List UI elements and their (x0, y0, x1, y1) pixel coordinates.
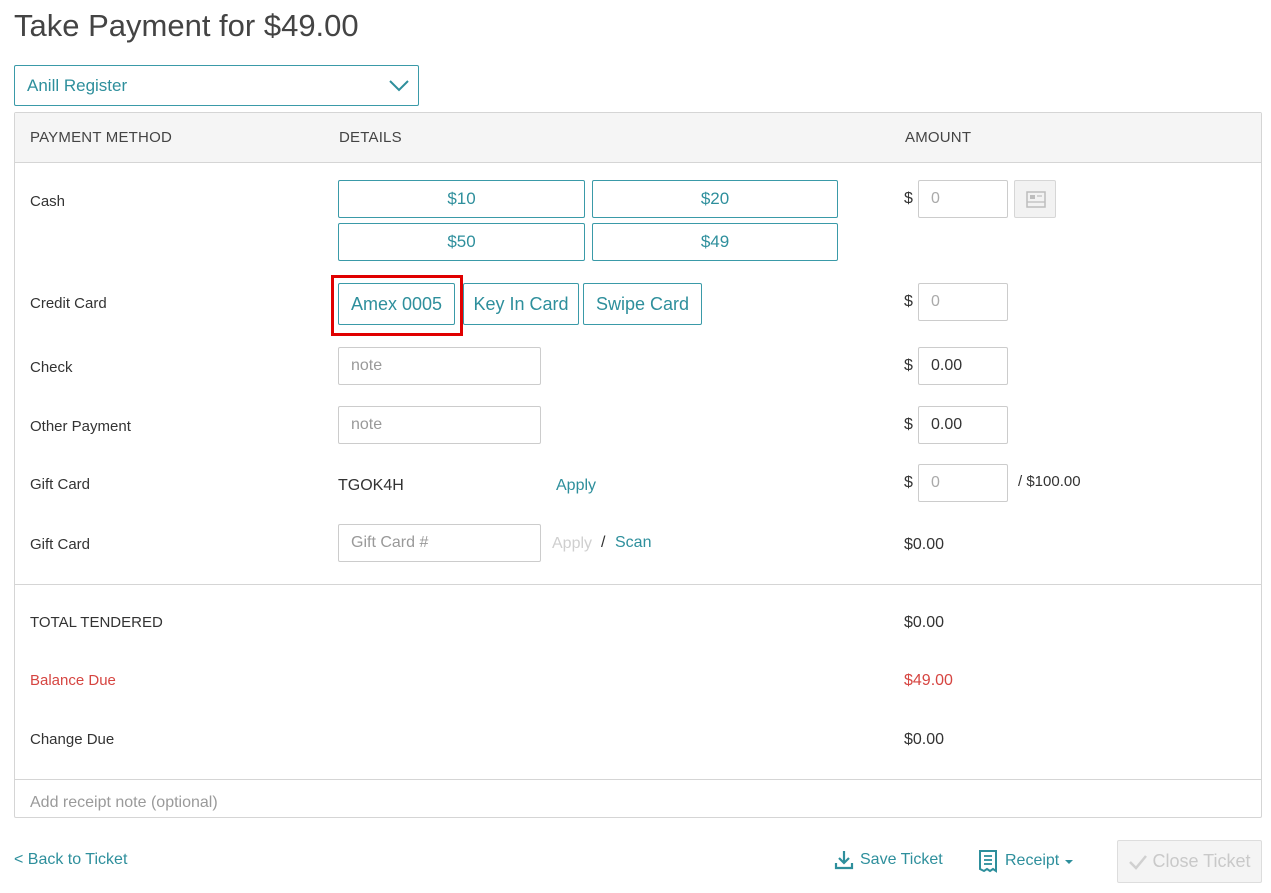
balance-due-value: $49.00 (904, 672, 953, 689)
gift-card-number-input[interactable] (338, 524, 541, 562)
receipt-dropdown[interactable]: Receipt (977, 849, 1081, 873)
gift-card-apply-link[interactable]: Apply (556, 477, 596, 495)
save-ticket-label: Save Ticket (860, 851, 943, 868)
other-payment-amount-input[interactable] (918, 406, 1008, 444)
close-ticket-button[interactable]: Close Ticket (1117, 840, 1262, 883)
other-payment-currency: $ (904, 416, 913, 433)
key-in-card-button[interactable]: Key In Card (463, 283, 579, 325)
gift-card-currency: $ (904, 474, 913, 491)
save-ticket-button[interactable]: Save Ticket (834, 849, 943, 871)
credit-card-currency: $ (904, 293, 913, 310)
change-due-value: $0.00 (904, 731, 945, 748)
payment-panel: PAYMENT METHOD DETAILS AMOUNT Cash $10 $… (14, 112, 1262, 818)
header-details: DETAILS (339, 129, 402, 146)
page-title: Take Payment for $49.00 (14, 8, 359, 43)
check-amount-input[interactable] (918, 347, 1008, 385)
register-select[interactable]: Anill Register (14, 65, 419, 106)
totals-divider (15, 584, 1261, 585)
swipe-card-button[interactable]: Swipe Card (583, 283, 702, 325)
other-payment-label: Other Payment (30, 418, 131, 435)
receipt-note-input[interactable] (15, 779, 1261, 817)
gift-card-2-separator: / (601, 534, 606, 551)
credit-card-label: Credit Card (30, 295, 107, 312)
chevron-down-icon (389, 80, 409, 92)
check-currency: $ (904, 357, 913, 374)
gift-card-label: Gift Card (30, 476, 91, 493)
cash-label: Cash (30, 193, 66, 210)
cash-20-button[interactable]: $20 (592, 180, 838, 218)
close-ticket-label: Close Ticket (1152, 851, 1251, 871)
total-tendered-label: TOTAL TENDERED (30, 614, 163, 631)
change-due-label: Change Due (30, 731, 115, 748)
credit-card-amount-input[interactable] (918, 283, 1008, 321)
total-tendered-value: $0.00 (904, 614, 945, 631)
saved-card-button[interactable]: Amex 0005 (338, 283, 455, 325)
payment-table-header: PAYMENT METHOD DETAILS AMOUNT (15, 113, 1261, 163)
cash-50-button[interactable]: $50 (338, 223, 585, 261)
header-amount: AMOUNT (905, 129, 972, 146)
download-icon (834, 851, 854, 870)
caret-down-icon (1065, 860, 1074, 864)
gift-card-amount-input[interactable] (918, 464, 1008, 502)
register-select-value: Anill Register (27, 76, 128, 95)
gift-card-2-amount: $0.00 (904, 536, 945, 553)
gift-card-balance: / $100.00 (1018, 473, 1081, 490)
cash-amount-input[interactable] (918, 180, 1008, 218)
cash-drawer-button[interactable] (1014, 180, 1056, 218)
cash-49-button[interactable]: $49 (592, 223, 838, 261)
check-note-input[interactable] (338, 347, 541, 385)
cash-drawer-icon (1026, 191, 1046, 208)
gift-card-2-label: Gift Card (30, 536, 91, 553)
receipt-label: Receipt (1005, 852, 1060, 869)
gift-card-code: TGOK4H (338, 477, 404, 494)
cash-currency: $ (904, 190, 913, 207)
checkmark-icon (1129, 854, 1148, 870)
balance-due-label: Balance Due (30, 672, 116, 689)
back-to-ticket-link[interactable]: < Back to Ticket (14, 851, 127, 869)
gift-card-2-apply-link[interactable]: Apply (552, 535, 592, 553)
gift-card-scan-link[interactable]: Scan (615, 534, 651, 552)
receipt-icon (979, 850, 997, 873)
check-label: Check (30, 359, 73, 376)
cash-10-button[interactable]: $10 (338, 180, 585, 218)
header-payment-method: PAYMENT METHOD (30, 129, 172, 146)
other-payment-note-input[interactable] (338, 406, 541, 444)
